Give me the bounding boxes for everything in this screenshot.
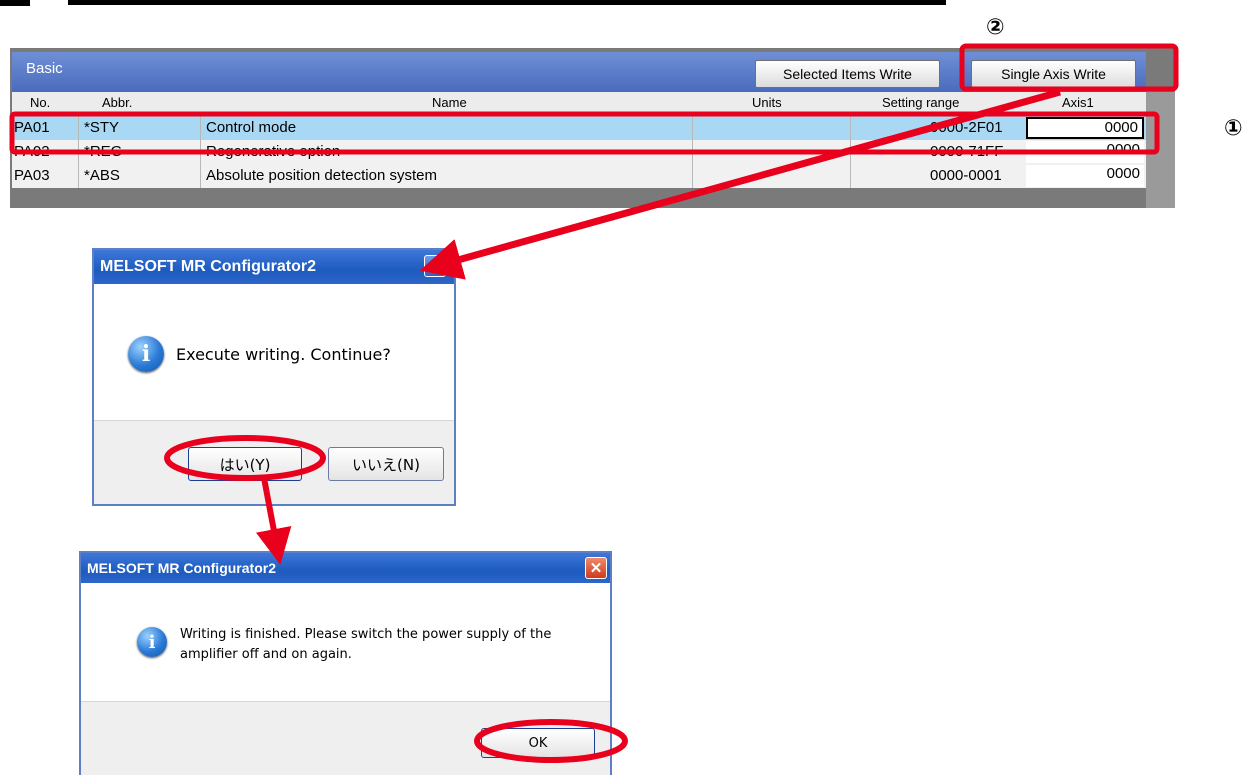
dialog-body: i Execute writing. Continue? (94, 284, 454, 420)
column-header-axis1[interactable]: Axis1 (1062, 95, 1094, 110)
table-row[interactable]: PA03 *ABS Absolute position detection sy… (12, 164, 1146, 188)
top-decoration (0, 0, 30, 6)
dialog-title: MELSOFT MR Configurator2 (100, 258, 316, 275)
row-abbr: *STY (84, 119, 120, 136)
row-setting-range: 0000-71FF (930, 143, 1004, 160)
row-no: PA02 (14, 143, 50, 160)
axis1-value-field[interactable]: 0000 (1026, 141, 1144, 163)
info-icon: i (128, 336, 164, 372)
column-header-name[interactable]: Name (432, 95, 467, 110)
row-name: Regenerative option (206, 143, 341, 160)
writing-finished-dialog: MELSOFT MR Configurator2 ✕ i Writing is … (79, 551, 612, 775)
row-name: Control mode (206, 119, 297, 136)
row-setting-range: 0000-0001 (930, 167, 1002, 184)
no-button[interactable]: いいえ(N) (328, 447, 444, 481)
table-row[interactable]: PA02 *REG Regenerative option 0000-71FF … (12, 140, 1146, 164)
close-icon[interactable]: ✕ (585, 557, 607, 579)
column-header-no[interactable]: No. (30, 95, 50, 110)
info-icon: i (137, 627, 167, 657)
axis1-value-field[interactable]: 0000 (1026, 165, 1144, 187)
single-axis-write-button[interactable]: Single Axis Write (971, 60, 1136, 88)
row-setting-range: 0000-2F01 (930, 119, 1003, 136)
confirm-write-dialog: MELSOFT MR Configurator2 ✕ i Execute wri… (92, 248, 456, 506)
row-no: PA01 (14, 119, 50, 136)
grid-column-headers: No. Abbr. Name Units Setting range Axis1 (12, 92, 1146, 114)
step2-label: ② (986, 15, 1005, 40)
top-divider-line (68, 0, 946, 5)
row-name: Absolute position detection system (206, 167, 437, 184)
axis1-value-field[interactable]: 0000 (1026, 117, 1144, 139)
table-row[interactable]: PA01 *STY Control mode 0000-2F01 0000 (12, 116, 1146, 140)
dialog-title-bar[interactable]: MELSOFT MR Configurator2 ✕ (81, 553, 610, 583)
column-header-abbr[interactable]: Abbr. (102, 95, 132, 110)
step1-label: ① (1224, 116, 1243, 141)
dialog-title-bar[interactable]: MELSOFT MR Configurator2 ✕ (94, 250, 454, 284)
selected-items-write-button[interactable]: Selected Items Write (755, 60, 940, 88)
yes-button[interactable]: はい(Y) (188, 447, 302, 481)
row-no: PA03 (14, 167, 50, 184)
section-title: Basic (26, 60, 63, 77)
row-abbr: *ABS (84, 167, 120, 184)
ok-button[interactable]: OK (481, 728, 595, 758)
column-header-setting-range[interactable]: Setting range (882, 95, 959, 110)
dialog-footer: はい(Y) いいえ(N) (94, 420, 454, 504)
dialog-footer: OK (81, 701, 610, 775)
dialog-message-line1: Writing is finished. Please switch the p… (180, 627, 552, 642)
close-icon[interactable]: ✕ (424, 255, 446, 277)
grid-scroll-area[interactable] (1146, 92, 1175, 208)
row-abbr: *REG (84, 143, 123, 160)
dialog-message-line2: amplifier off and on again. (180, 647, 352, 662)
dialog-title: MELSOFT MR Configurator2 (87, 560, 276, 576)
column-header-units[interactable]: Units (752, 95, 782, 110)
dialog-body: i Writing is finished. Please switch the… (81, 583, 610, 701)
dialog-message: Execute writing. Continue? (176, 345, 391, 364)
